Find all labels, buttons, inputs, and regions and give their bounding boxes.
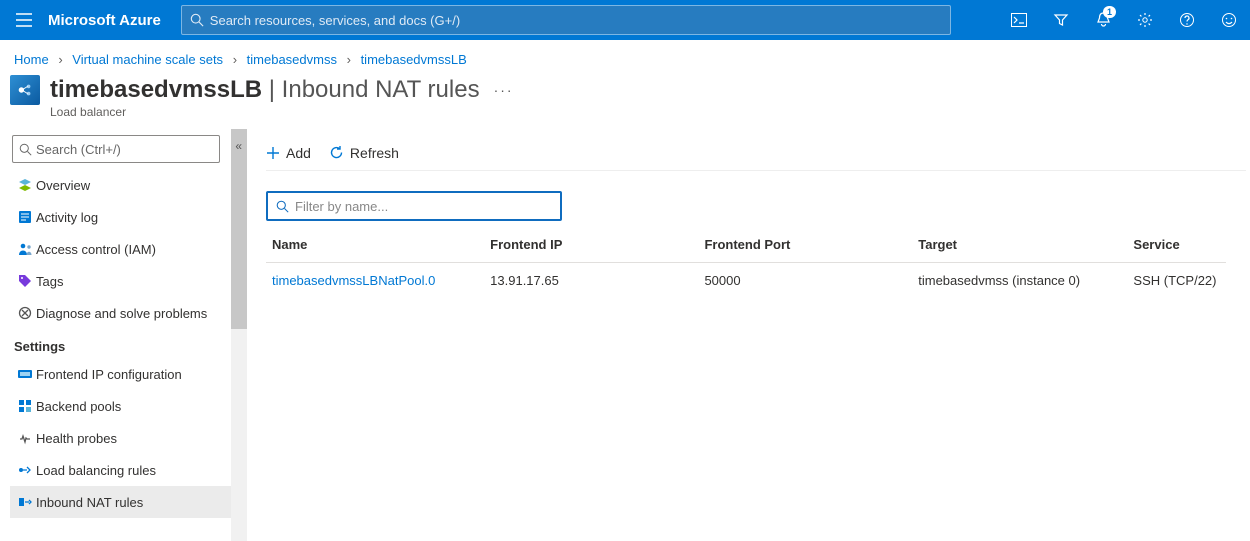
sidebar-item-backend-pools[interactable]: Backend pools (10, 390, 246, 422)
breadcrumb: Home › Virtual machine scale sets › time… (0, 40, 1250, 71)
sidebar-item-label: Health probes (36, 431, 117, 446)
cell-frontend-ip: 13.91.17.65 (484, 263, 698, 299)
overview-icon (14, 178, 36, 192)
sidebar-item-label: Activity log (36, 210, 98, 225)
activity-log-icon (14, 210, 36, 224)
add-button[interactable]: Add (266, 145, 311, 161)
collapse-sidebar-button[interactable]: « (235, 139, 242, 153)
cell-target: timebasedvmss (instance 0) (912, 263, 1127, 299)
col-header-name[interactable]: Name (266, 227, 484, 263)
table-row[interactable]: timebasedvmssLBNatPool.0 13.91.17.65 500… (266, 263, 1226, 299)
global-search[interactable] (181, 5, 951, 35)
sidebar-item-inbound-nat[interactable]: Inbound NAT rules (10, 486, 246, 518)
col-header-target[interactable]: Target (912, 227, 1127, 263)
sidebar-search[interactable] (12, 135, 220, 163)
page-title-row: timebasedvmssLB | Inbound NAT rules ··· (0, 71, 1250, 107)
frontend-ip-icon (14, 368, 36, 380)
brand-label[interactable]: Microsoft Azure (48, 12, 175, 29)
add-button-label: Add (286, 145, 311, 161)
sidebar-search-input[interactable] (32, 142, 213, 157)
diagnose-icon (14, 306, 36, 320)
search-icon (190, 13, 204, 27)
page-title-resource: timebasedvmssLB (50, 76, 262, 104)
notification-badge: 1 (1103, 6, 1116, 18)
search-icon (19, 143, 32, 156)
cell-service: SSH (TCP/22) (1127, 263, 1226, 299)
sidebar-item-label: Backend pools (36, 399, 121, 414)
plus-icon (266, 146, 280, 160)
sidebar-item-label: Tags (36, 274, 63, 289)
breadcrumb-item[interactable]: Home (14, 52, 49, 67)
sidebar-item-label: Load balancing rules (36, 463, 156, 478)
hamburger-menu[interactable] (0, 0, 48, 40)
health-probes-icon (14, 431, 36, 445)
page-subtitle: Load balancer (0, 105, 1250, 119)
sidebar-item-lb-rules[interactable]: Load balancing rules (10, 454, 246, 486)
backend-pools-icon (14, 399, 36, 413)
search-icon (276, 200, 289, 213)
chevron-right-icon: › (341, 52, 357, 67)
chevron-right-icon: › (52, 52, 68, 67)
sidebar-item-label: Overview (36, 178, 90, 193)
hamburger-icon (16, 13, 32, 27)
feedback-button[interactable] (1208, 0, 1250, 40)
col-header-service[interactable]: Service (1127, 227, 1226, 263)
directories-button[interactable] (1040, 0, 1082, 40)
command-bar: Add Refresh (266, 135, 1246, 171)
sidebar-item-label: Access control (IAM) (36, 242, 156, 257)
resource-icon (10, 75, 40, 105)
col-header-frontend-port[interactable]: Frontend Port (698, 227, 912, 263)
settings-button[interactable] (1124, 0, 1166, 40)
cloud-shell-icon (1011, 13, 1027, 27)
sidebar-item-activity-log[interactable]: Activity log (10, 201, 246, 233)
cloud-shell-button[interactable] (998, 0, 1040, 40)
global-search-input[interactable] (204, 13, 942, 28)
iam-icon (14, 242, 36, 256)
refresh-button-label: Refresh (350, 145, 399, 161)
cell-name[interactable]: timebasedvmssLBNatPool.0 (266, 263, 484, 299)
lb-rules-icon (14, 463, 36, 477)
sidebar-item-access-control[interactable]: Access control (IAM) (10, 233, 246, 265)
sidebar-heading-settings: Settings (10, 329, 246, 358)
cell-frontend-port: 50000 (698, 263, 912, 299)
filter-box[interactable] (266, 191, 562, 221)
sidebar-menu: Overview Activity log Access control (IA… (10, 169, 246, 518)
sidebar-item-diagnose[interactable]: Diagnose and solve problems (10, 297, 246, 329)
nat-rules-table: Name Frontend IP Frontend Port Target Se… (266, 227, 1226, 298)
filter-input[interactable] (289, 199, 552, 214)
refresh-icon (329, 145, 344, 160)
breadcrumb-item[interactable]: Virtual machine scale sets (72, 52, 223, 67)
sidebar-item-health-probes[interactable]: Health probes (10, 422, 246, 454)
sidebar-scrollbar-thumb[interactable] (231, 129, 247, 329)
sidebar-item-label: Diagnose and solve problems (36, 306, 207, 321)
breadcrumb-item[interactable]: timebasedvmssLB (361, 52, 467, 67)
more-actions-button[interactable]: ··· (494, 82, 514, 98)
help-button[interactable] (1166, 0, 1208, 40)
sidebar-item-label: Frontend IP configuration (36, 367, 182, 382)
tags-icon (14, 274, 36, 288)
sidebar-item-overview[interactable]: Overview (10, 169, 246, 201)
notifications-button[interactable]: 1 (1082, 0, 1124, 40)
sidebar-item-tags[interactable]: Tags (10, 265, 246, 297)
col-header-frontend-ip[interactable]: Frontend IP (484, 227, 698, 263)
sidebar-item-label: Inbound NAT rules (36, 495, 143, 510)
page-title-separator: | (262, 76, 282, 104)
filter-icon (1053, 12, 1069, 28)
table-header-row: Name Frontend IP Frontend Port Target Se… (266, 227, 1226, 263)
top-icon-group: 1 (998, 0, 1250, 40)
refresh-button[interactable]: Refresh (329, 145, 399, 161)
sidebar-item-frontend-ip[interactable]: Frontend IP configuration (10, 358, 246, 390)
main-content: Add Refresh Name Frontend IP Frontend Po… (246, 129, 1250, 541)
sidebar: « Overview Activity log Access control (… (0, 129, 246, 541)
top-bar: Microsoft Azure 1 (0, 0, 1250, 40)
chevron-right-icon: › (227, 52, 243, 67)
page-title-section: Inbound NAT rules (282, 76, 480, 104)
help-icon (1179, 12, 1195, 28)
gear-icon (1137, 12, 1153, 28)
breadcrumb-item[interactable]: timebasedvmss (247, 52, 337, 67)
smiley-icon (1221, 12, 1237, 28)
nat-rules-icon (14, 495, 36, 509)
